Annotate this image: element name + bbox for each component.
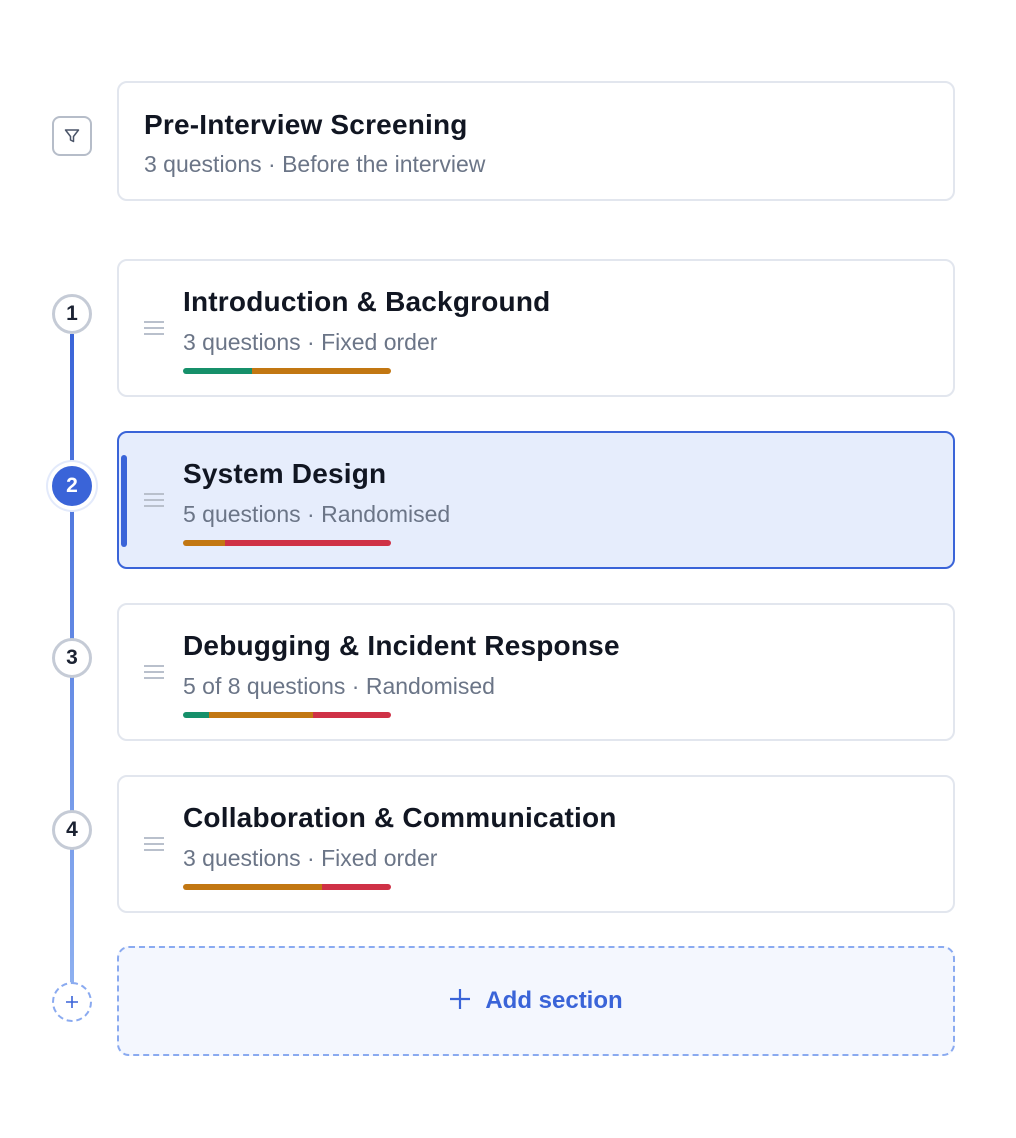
section-card[interactable]: Introduction & Background 3 questions · … xyxy=(117,259,955,397)
drag-handle-icon[interactable] xyxy=(144,837,164,851)
difficulty-segment xyxy=(322,884,391,890)
add-section-label: Add section xyxy=(485,987,623,1014)
drag-handle-icon[interactable] xyxy=(144,665,164,679)
add-step-plus-icon[interactable] xyxy=(52,982,92,1022)
difficulty-bar xyxy=(183,712,391,718)
section-card[interactable]: Collaboration & Communication 3 question… xyxy=(117,775,955,913)
selected-accent xyxy=(121,455,127,547)
drag-handle-icon[interactable] xyxy=(144,321,164,335)
section-title: Collaboration & Communication xyxy=(183,802,617,833)
step-number-4: 4 xyxy=(52,810,92,850)
section-card-selected[interactable]: System Design 5 questions · Randomised xyxy=(117,431,955,569)
section-title: System Design xyxy=(183,458,387,489)
difficulty-bar xyxy=(183,368,391,374)
section-title: Introduction & Background xyxy=(183,286,551,317)
step-number-3: 3 xyxy=(52,638,92,678)
screening-subtitle: 3 questions · Before the interview xyxy=(144,151,486,177)
step-number-1: 1 xyxy=(52,294,92,334)
section-subtitle: 5 of 8 questions · Randomised xyxy=(183,673,495,699)
difficulty-segment xyxy=(313,712,391,718)
section-card[interactable]: Debugging & Incident Response 5 of 8 que… xyxy=(117,603,955,741)
add-section-button[interactable]: Add section xyxy=(117,946,955,1056)
difficulty-segment xyxy=(183,884,323,890)
screening-card[interactable]: Pre-Interview Screening 3 questions · Be… xyxy=(117,81,955,201)
difficulty-segment xyxy=(251,368,391,374)
filter-icon xyxy=(52,116,92,156)
section-subtitle: 3 questions · Fixed order xyxy=(183,329,438,355)
difficulty-segment xyxy=(209,712,313,718)
section-title: Debugging & Incident Response xyxy=(183,630,620,661)
difficulty-bar xyxy=(183,884,391,890)
section-subtitle: 5 questions · Randomised xyxy=(183,501,451,527)
difficulty-segment xyxy=(183,712,209,718)
step-number-2: 2 xyxy=(52,466,92,506)
difficulty-segment xyxy=(183,540,225,546)
drag-handle-icon[interactable] xyxy=(144,493,164,507)
section-subtitle: 3 questions · Fixed order xyxy=(183,845,438,871)
plus-icon xyxy=(449,988,471,1015)
interview-section-list: Pre-Interview Screening 3 questions · Be… xyxy=(0,0,1016,1138)
difficulty-segment xyxy=(183,368,252,374)
screening-title: Pre-Interview Screening xyxy=(144,109,468,140)
difficulty-bar xyxy=(183,540,391,546)
difficulty-segment xyxy=(224,540,391,546)
